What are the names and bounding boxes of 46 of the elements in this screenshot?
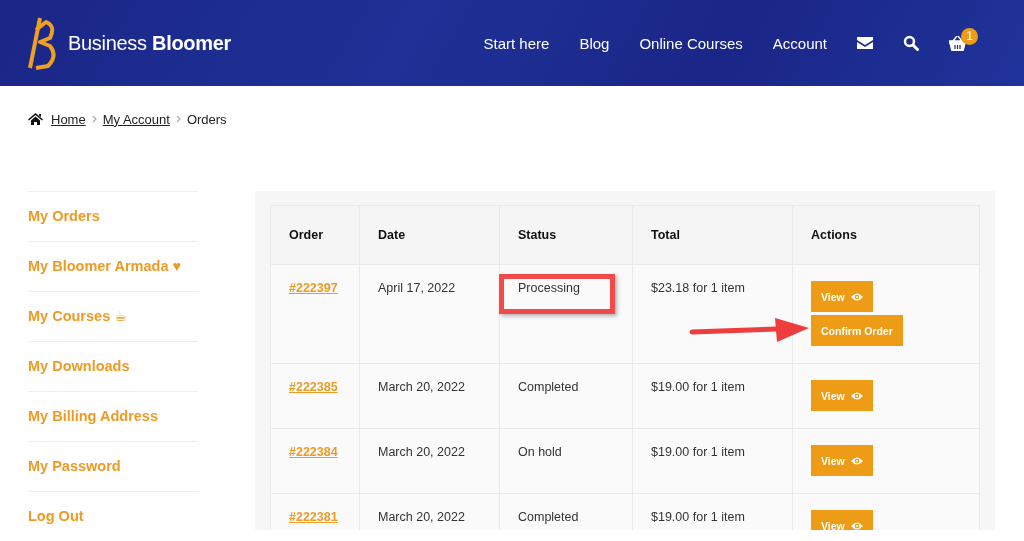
status-cell: On hold [518, 445, 562, 459]
home-icon[interactable] [28, 113, 43, 125]
search-icon[interactable] [903, 35, 919, 51]
sidebar-link[interactable]: Log Out [28, 492, 198, 530]
cart-count-badge: 1 [961, 27, 978, 45]
status-cell: Completed [518, 510, 579, 524]
breadcrumb-current: Orders [186, 111, 227, 127]
eye-icon [850, 390, 863, 401]
logo-icon[interactable] [28, 16, 58, 70]
total-cell: $19.00 for 1 item [632, 428, 793, 494]
order-number-link[interactable]: #222384 [289, 445, 338, 459]
view-button[interactable]: View [811, 510, 873, 530]
column-header: Status [499, 205, 633, 265]
nav-link[interactable]: Online Courses [639, 34, 743, 52]
eye-icon [850, 520, 863, 530]
order-number-link[interactable]: #222385 [289, 380, 338, 394]
date-cell: March 20, 2022 [359, 363, 500, 429]
sidebar-link[interactable]: My Orders [28, 192, 198, 242]
mail-icon[interactable] [857, 37, 873, 49]
sidebar-link[interactable]: My Bloomer Armada ♥ [28, 242, 198, 292]
eye-icon [850, 455, 863, 466]
column-header: Actions [792, 205, 980, 265]
sidebar-link[interactable]: My Downloads [28, 342, 198, 392]
total-cell: $19.00 for 1 item [632, 363, 793, 429]
column-header: Date [359, 205, 500, 265]
date-cell: April 17, 2022 [359, 264, 500, 364]
view-button[interactable]: View [811, 445, 873, 476]
status-cell: Completed [518, 380, 579, 394]
sidebar-link[interactable]: My Courses ☕ [28, 292, 198, 342]
column-header: Order [270, 205, 360, 265]
status-cell: Processing [499, 274, 615, 314]
nav-link[interactable]: Start here [483, 34, 550, 52]
eye-icon [850, 291, 863, 302]
breadcrumb-link[interactable]: My Account [102, 111, 170, 127]
site-logo-text[interactable]: Business Bloomer [68, 31, 232, 55]
confirm-order-button[interactable]: Confirm Order [811, 315, 903, 346]
sidebar-link[interactable]: My Billing Address [28, 392, 198, 442]
view-button[interactable]: View [811, 281, 873, 312]
column-header: Total [632, 205, 793, 265]
view-button[interactable]: View [811, 380, 873, 411]
sidebar-link[interactable]: My Password [28, 442, 198, 492]
date-cell: March 20, 2022 [359, 428, 500, 494]
breadcrumb-link[interactable]: Home [51, 111, 86, 127]
nav-link[interactable]: Account [772, 34, 827, 52]
nav-link[interactable]: Blog [579, 34, 610, 52]
order-number-link[interactable]: #222397 [289, 281, 338, 295]
